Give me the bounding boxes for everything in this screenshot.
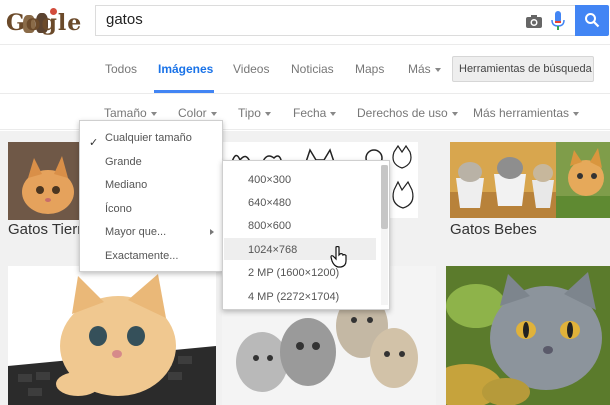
filter-size-label: Tamaño	[104, 106, 147, 120]
size-option-large[interactable]: Grande	[105, 156, 142, 168]
tab-imagenes[interactable]: Imágenes	[158, 62, 213, 76]
result-image-grey-cat[interactable]	[446, 266, 610, 405]
checkmark-icon: ✓	[89, 137, 99, 149]
chevron-down-icon	[573, 111, 580, 116]
size-option-exactly[interactable]: Exactamente...	[105, 250, 178, 262]
size-option-larger-than[interactable]: Mayor que...	[105, 226, 166, 238]
grey-cat-thumbnail	[446, 266, 610, 405]
filter-more-tools[interactable]: Más herramientas	[473, 106, 580, 120]
google-images-page: Gogle gatos Todos Imágenes Videos Notici…	[0, 0, 610, 405]
chevron-down-icon	[434, 67, 441, 72]
submenu-scrollbar-thumb[interactable]	[381, 165, 388, 229]
kittens-in-cups-thumbnail	[450, 142, 556, 218]
size-option-medium[interactable]: Mediano	[105, 179, 147, 191]
hovered-row-highlight	[224, 238, 376, 260]
google-doodle-logo[interactable]: Gogle	[6, 8, 81, 42]
tab-todos[interactable]: Todos	[105, 62, 137, 76]
filter-color[interactable]: Color	[178, 106, 217, 120]
kitten-thumbnail	[8, 142, 80, 220]
search-button[interactable]	[575, 5, 609, 36]
filter-color-label: Color	[178, 106, 207, 120]
search-input[interactable]: gatos	[106, 11, 143, 28]
tab-mas[interactable]: Más	[408, 62, 441, 76]
filter-date-label: Fecha	[293, 106, 327, 120]
size-dropdown-menu: ✓ Cualquier tamaño Grande Mediano Ícono …	[79, 120, 223, 272]
tab-mas-label: Más	[408, 62, 431, 76]
filter-size[interactable]: Tamaño	[104, 106, 157, 120]
larger-than-submenu: 400×300 640×480 800×600 1024×768 2 MP (1…	[222, 160, 390, 310]
header-divider	[0, 44, 610, 45]
kitten-on-keyboard-thumbnail	[8, 266, 216, 405]
chevron-down-icon	[330, 111, 337, 116]
filter-more-tools-label: Más herramientas	[473, 106, 570, 120]
size-option-icon[interactable]: Ícono	[105, 203, 132, 215]
result-caption-gatos-tierr[interactable]: Gatos Tierr	[8, 221, 82, 238]
microphone-icon[interactable]	[551, 11, 565, 31]
search-tools-button[interactable]: Herramientas de búsqueda	[452, 56, 594, 82]
larger-than-option-400x300[interactable]: 400×300	[248, 174, 291, 186]
chevron-down-icon	[150, 111, 157, 116]
result-image-kitten-orange[interactable]	[8, 142, 80, 220]
result-image-kittens-cups[interactable]	[450, 142, 556, 218]
kitten-grass-thumbnail	[556, 142, 610, 218]
larger-than-option-800x600[interactable]: 800×600	[248, 220, 291, 232]
size-option-any[interactable]: Cualquier tamaño	[105, 132, 192, 144]
larger-than-option-640x480[interactable]: 640×480	[248, 197, 291, 209]
filter-type-label: Tipo	[238, 106, 261, 120]
camera-icon[interactable]	[526, 14, 542, 28]
search-box[interactable]: gatos	[95, 5, 575, 36]
filter-date[interactable]: Fecha	[293, 106, 337, 120]
chevron-down-icon	[451, 111, 458, 116]
chevron-down-icon	[264, 111, 271, 116]
tab-maps[interactable]: Maps	[355, 62, 384, 76]
tab-videos[interactable]: Videos	[233, 62, 269, 76]
search-icon	[585, 13, 600, 28]
tab-noticias[interactable]: Noticias	[291, 62, 334, 76]
result-caption-gatos-bebes[interactable]: Gatos Bebes	[450, 221, 537, 238]
logo-text: Gogle	[6, 10, 83, 36]
filter-type[interactable]: Tipo	[238, 106, 271, 120]
result-image-kitten-keyboard[interactable]	[8, 266, 216, 405]
chevron-down-icon	[210, 111, 217, 116]
filter-usage-rights-label: Derechos de uso	[357, 106, 448, 120]
larger-than-option-2mp[interactable]: 2 MP (1600×1200)	[248, 267, 339, 279]
larger-than-option-1024x768[interactable]: 1024×768	[248, 244, 297, 256]
submenu-arrow-icon	[210, 229, 214, 235]
hand-cursor-icon	[330, 246, 347, 268]
larger-than-option-4mp[interactable]: 4 MP (2272×1704)	[248, 291, 339, 303]
filter-usage-rights[interactable]: Derechos de uso	[357, 106, 458, 120]
result-image-kitten-grass[interactable]	[556, 142, 610, 218]
